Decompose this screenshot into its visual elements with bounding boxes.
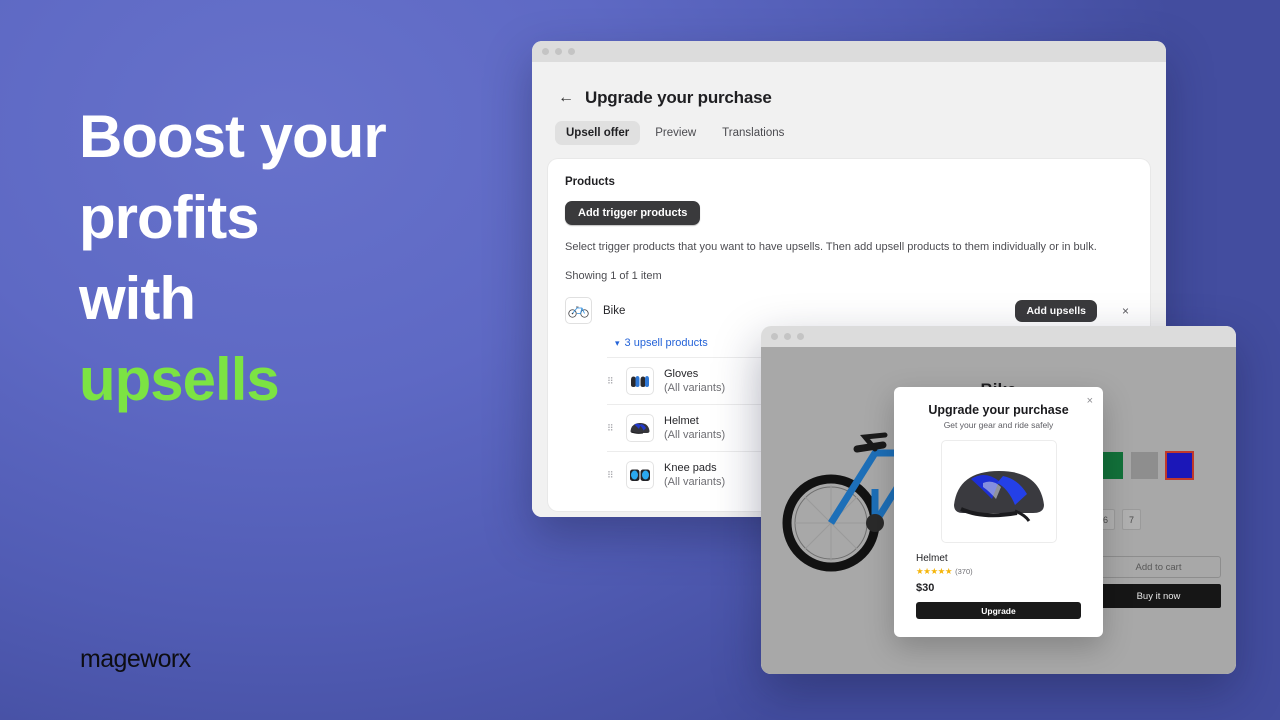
trigger-product-row: Bike Add upsells × <box>565 297 1133 324</box>
drag-handle-icon[interactable]: ⠿ <box>607 377 616 386</box>
tab-bar: Upsell offer Preview Translations <box>548 121 1150 145</box>
swatch-gray[interactable] <box>1131 452 1158 479</box>
storefront-window-titlebar <box>761 326 1236 347</box>
back-arrow-icon[interactable]: ← <box>558 90 574 106</box>
size-option-7[interactable]: 7 <box>1122 509 1141 530</box>
drag-handle-icon[interactable]: ⠿ <box>607 471 616 480</box>
modal-price: $30 <box>916 582 935 594</box>
review-count: (370) <box>955 567 973 576</box>
size-option-row: 6 7 <box>1096 509 1221 530</box>
window-maximize-dot-icon[interactable] <box>568 48 575 55</box>
admin-window-titlebar <box>532 41 1166 62</box>
page-title: Upgrade your purchase <box>585 88 772 107</box>
color-swatch-row <box>1096 451 1221 480</box>
mageworx-logo: mageworx <box>80 645 191 673</box>
products-helper-text: Select trigger products that you want to… <box>565 241 1097 253</box>
drag-handle-icon[interactable]: ⠿ <box>607 424 616 433</box>
add-to-cart-button[interactable]: Add to cart <box>1096 556 1221 578</box>
buy-it-now-button[interactable]: Buy it now <box>1096 584 1221 608</box>
upsell-product-name: Knee pads <box>664 461 717 474</box>
modal-subtitle: Get your gear and ride safely <box>943 420 1054 430</box>
upsell-product-variants: (All variants) <box>664 475 726 488</box>
helmet-thumbnail-icon <box>626 414 654 442</box>
card-title-products: Products <box>565 176 615 188</box>
add-upsells-button[interactable]: Add upsells <box>1015 299 1097 322</box>
upsell-products-toggle-label: 3 upsell products <box>624 337 708 349</box>
upsell-product-variants: (All variants) <box>664 428 726 441</box>
close-icon[interactable]: × <box>1087 395 1093 407</box>
remove-trigger-product-icon[interactable]: × <box>1122 304 1129 318</box>
window-close-dot-icon[interactable] <box>771 333 778 340</box>
modal-helmet-image <box>940 440 1057 543</box>
page-header: ← Upgrade your purchase <box>548 88 1150 108</box>
upsell-product-variants: (All variants) <box>664 381 726 394</box>
upsell-product-name: Helmet <box>664 414 699 427</box>
knee-pads-thumbnail-icon <box>626 461 654 489</box>
add-trigger-products-button[interactable]: Add trigger products <box>565 201 701 225</box>
tab-upsell-offer[interactable]: Upsell offer <box>555 121 641 145</box>
trigger-product-name: Bike <box>603 304 626 317</box>
headline-line-2: profits <box>79 184 260 251</box>
headline-accent-upsells: upsells <box>79 346 280 413</box>
storefront-options: 6 7 Add to cart Buy it now <box>1096 451 1221 608</box>
star-rating-icon: ★★★★★ <box>916 566 953 576</box>
headline-line-3: with <box>79 265 196 332</box>
marketing-headline: Boost your profits with upsells <box>79 96 499 420</box>
modal-title: Upgrade your purchase <box>928 403 1069 417</box>
list-item-text: Helmet (All variants) <box>664 415 725 442</box>
chevron-down-icon: ▾ <box>615 337 620 348</box>
gloves-thumbnail-icon <box>626 367 654 395</box>
upsell-modal: × Upgrade your purchase Get your gear an… <box>894 387 1103 637</box>
headline-line-1: Boost your <box>79 103 387 170</box>
window-minimize-dot-icon[interactable] <box>784 333 791 340</box>
rating-row: ★★★★★ (370) <box>916 566 1081 577</box>
item-count-text: Showing 1 of 1 item <box>565 270 662 282</box>
window-close-dot-icon[interactable] <box>542 48 549 55</box>
window-minimize-dot-icon[interactable] <box>555 48 562 55</box>
upgrade-button[interactable]: Upgrade <box>916 602 1081 619</box>
bike-thumbnail-icon <box>565 297 592 324</box>
swatch-blue-selected[interactable] <box>1165 451 1194 480</box>
list-item-text: Knee pads (All variants) <box>664 462 725 489</box>
upsell-product-name: Gloves <box>664 367 699 380</box>
list-item-text: Gloves (All variants) <box>664 368 725 395</box>
tab-translations[interactable]: Translations <box>711 121 795 145</box>
modal-product-name: Helmet <box>916 553 948 564</box>
window-maximize-dot-icon[interactable] <box>797 333 804 340</box>
tab-preview[interactable]: Preview <box>644 121 707 145</box>
